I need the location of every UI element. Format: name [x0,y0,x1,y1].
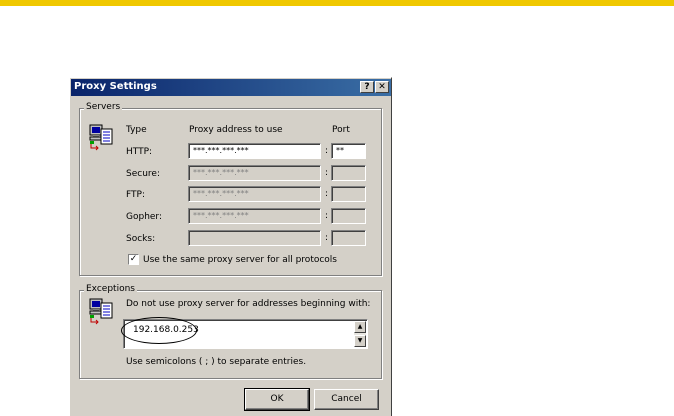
ftp-port-input[interactable] [331,186,366,202]
ftp-address-input[interactable]: ***.***.***.*** [188,186,321,202]
ok-button[interactable]: OK [244,388,310,411]
same-proxy-label[interactable]: Use the same proxy server for all protoc… [143,255,337,265]
same-proxy-checkbox[interactable]: ✓ [128,254,139,265]
close-button[interactable]: ✕ [375,81,389,93]
exceptions-description: Do not use proxy server for addresses be… [126,299,371,309]
socks-port-input[interactable] [331,230,366,246]
column-header-address: Proxy address to use [189,125,283,135]
socks-address-input[interactable] [188,230,321,246]
exceptions-textarea[interactable]: 192.168.0.253 ▲ ▼ [123,319,368,349]
type-label-secure: Secure: [126,169,160,179]
column-header-port: Port [332,125,350,135]
separator-secure: : [325,168,329,178]
http-address-input[interactable]: ***.***.***.*** [188,143,321,159]
help-button[interactable]: ? [360,81,374,93]
title-bar[interactable]: Proxy Settings ? ✕ [71,79,391,96]
exceptions-value: 192.168.0.253 [133,325,199,335]
separator-http: : [325,146,329,156]
scroll-up-icon[interactable]: ▲ [354,321,366,333]
secure-port-input[interactable] [331,165,366,181]
gopher-port-input[interactable] [331,208,366,224]
column-header-type: Type [126,125,147,135]
type-label-ftp: FTP: [126,190,145,200]
separator-socks: : [325,233,329,243]
secure-address-input[interactable]: ***.***.***.*** [188,165,321,181]
network-computer-icon [89,123,115,151]
network-computer-icon [89,297,115,325]
cancel-button[interactable]: Cancel [314,389,379,410]
gopher-address-input[interactable]: ***.***.***.*** [188,208,321,224]
servers-group-label: Servers [84,102,123,112]
separator-gopher: : [325,211,329,221]
type-label-socks: Socks: [126,234,156,244]
window-title: Proxy Settings [74,81,157,92]
type-label-gopher: Gopher: [126,212,163,222]
exceptions-scrollbar[interactable]: ▲ ▼ [354,321,366,347]
yellow-header-bar [0,0,674,6]
exceptions-group-label: Exceptions [84,284,137,294]
http-port-input[interactable]: ** [331,143,366,159]
scroll-down-icon[interactable]: ▼ [354,335,366,347]
proxy-settings-dialog: Proxy Settings ? ✕ Servers Type Proxy ad… [69,77,392,416]
exceptions-hint: Use semicolons ( ; ) to separate entries… [126,357,307,367]
separator-ftp: : [325,189,329,199]
type-label-http: HTTP: [126,147,153,157]
